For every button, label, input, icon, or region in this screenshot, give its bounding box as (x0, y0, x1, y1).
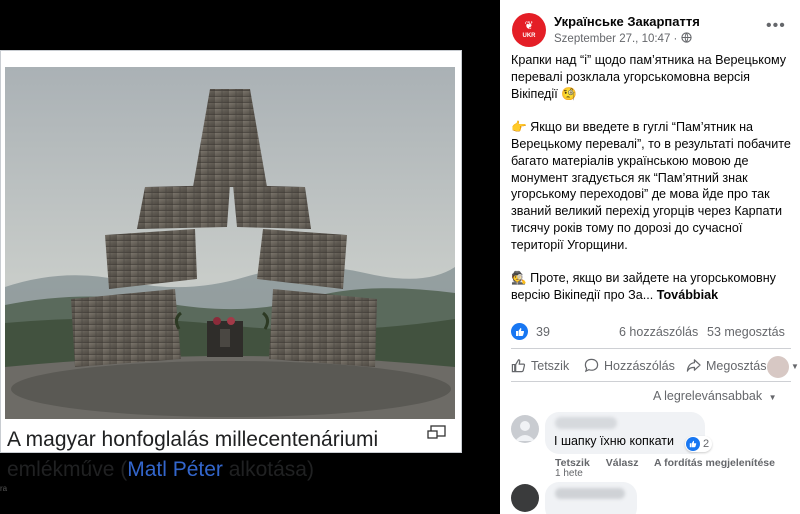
share-label: Megosztás (706, 358, 767, 373)
caption-text-end: alkotása) (222, 458, 314, 481)
post-panel: ❦ UKR Українське Закарпаття Szeptember 2… (500, 0, 800, 514)
divider (511, 348, 791, 349)
like-button[interactable]: Tetszik (511, 358, 569, 373)
comment-translate-link[interactable]: A fordítás megjelenítése (654, 457, 775, 469)
post-paragraph: 🕵 Проте, якщо ви зайдете на угорськомовн… (511, 270, 795, 304)
author-link[interactable]: Matl Péter (127, 458, 223, 481)
comment-sort-dropdown[interactable]: A legrelevánsabbak ▼ (653, 389, 777, 403)
comment-bubble: І шапку їхню копкати (545, 412, 705, 454)
shares-count[interactable]: 53 megosztás (707, 325, 785, 339)
commenter-avatar[interactable] (511, 415, 539, 443)
caret-down-icon[interactable]: ▼ (791, 362, 799, 371)
thumbs-up-icon (511, 359, 526, 373)
post-date[interactable]: Szeptember 27., 10:47 (554, 33, 670, 45)
comment-bubble (545, 482, 637, 514)
comment-text: І шапку їхню копкати (554, 434, 674, 448)
post-body: Крапки над “і” щодо пам’ятника на Верець… (511, 52, 795, 304)
comment-reaction-count: 2 (703, 438, 710, 450)
see-more-link[interactable]: Továbbiak (657, 288, 718, 302)
comment-reactions[interactable]: 2 (685, 436, 713, 452)
image-caption: A magyar honfoglalás millecentenáriumi e… (7, 425, 427, 485)
photo-viewer[interactable]: re (0, 0, 500, 514)
divider (511, 381, 791, 382)
caret-down-icon: ▼ (768, 393, 777, 402)
comment-reply-link[interactable]: Válasz (606, 457, 639, 469)
commenter-avatar[interactable] (511, 484, 539, 512)
post-actions: Tetszik Hozzászólás Megosztás ▼ (511, 356, 799, 378)
like-reaction-icon (686, 437, 700, 451)
comment-actions: Tetszik Válasz A fordítás megjelenítése (555, 457, 788, 469)
comment-icon (584, 358, 599, 373)
post-meta: Szeptember 27., 10:47 · (554, 32, 692, 45)
post-paragraph-text: 🕵 Проте, якщо ви зайдете на угорськомовн… (511, 271, 776, 303)
comment-time[interactable]: 1 hete (555, 468, 583, 479)
more-options-button[interactable]: ••• (766, 17, 786, 35)
sort-label: A legrelevánsabbak (653, 389, 763, 403)
enlarge-icon[interactable] (427, 425, 447, 439)
post-paragraph: Крапки над “і” щодо пам’ятника на Верець… (511, 53, 787, 101)
reaction-count[interactable]: 39 (536, 325, 550, 339)
cropped-text-bottom: ra (0, 484, 8, 493)
post-paragraph: 👉 Якщо ви введете в гуглі “Пам’ятник на … (511, 120, 791, 252)
audience-avatar[interactable] (767, 356, 789, 378)
comments-count[interactable]: 6 hozzászólás (619, 325, 698, 339)
post-stats: 39 6 hozzászólás 53 megosztás (511, 322, 793, 342)
avatar-label: UKR (522, 32, 536, 39)
comment-button[interactable]: Hozzászólás (584, 358, 675, 373)
page-avatar[interactable]: ❦ UKR (512, 13, 546, 47)
like-label: Tetszik (531, 358, 570, 373)
comment-label: Hozzászólás (604, 358, 675, 373)
like-reaction-icon (511, 323, 528, 340)
share-icon (686, 359, 701, 372)
monument-photo (5, 67, 455, 419)
globe-icon (680, 32, 692, 43)
meta-separator: · (670, 33, 681, 45)
comment-author-blurred[interactable] (555, 488, 625, 499)
page-name[interactable]: Українське Закарпаття (554, 14, 700, 29)
comment-author-blurred[interactable] (555, 417, 617, 429)
share-button[interactable]: Megosztás (686, 358, 766, 373)
wikipedia-screenshot: A magyar honfoglalás millecentenáriumi e… (0, 50, 462, 481)
flame-icon: ❦ (524, 19, 534, 32)
